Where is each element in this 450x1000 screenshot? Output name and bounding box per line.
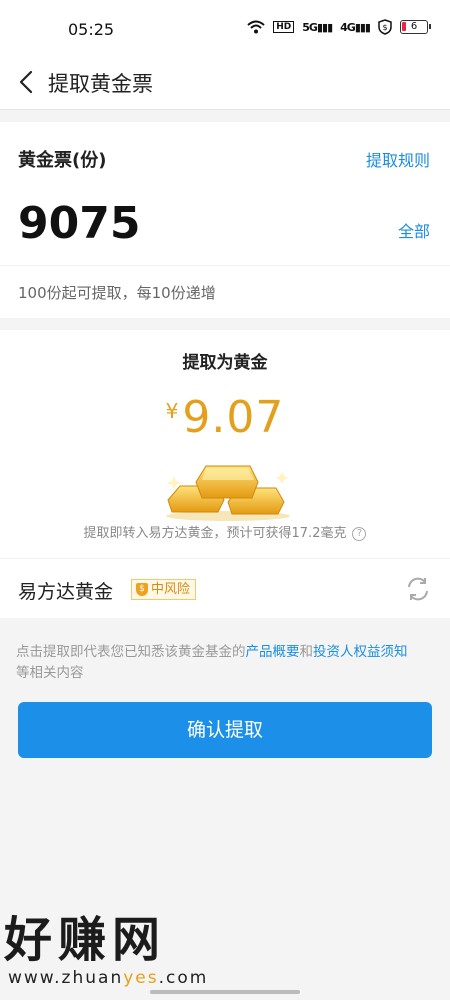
watermark: 好赚网 www.zhuanyes.com: [4, 912, 208, 988]
page-title: 提取黄金票: [48, 72, 153, 96]
status-bar: 05:25 HD 5G▮▮▮ 4G▮▮▮ $ 6: [0, 0, 450, 56]
watermark-title: 好赚网: [4, 912, 167, 968]
status-icons: HD 5G▮▮▮ 4G▮▮▮ $ 6: [247, 19, 431, 35]
risk-badge: $ 中风险: [131, 579, 197, 600]
withdraw-hint: 100份起可提取，每10份递增: [18, 284, 216, 302]
all-button[interactable]: 全部: [398, 218, 430, 242]
home-indicator[interactable]: [150, 990, 300, 994]
risk-shield-icon: $: [136, 583, 148, 596]
back-arrow-icon[interactable]: [14, 68, 42, 96]
rules-link[interactable]: 提取规则: [366, 147, 430, 171]
disclaimer: 点击提取即代表您已知悉该黄金基金的产品概要和投资人权益须知 等相关内容: [16, 644, 408, 681]
gold-value: ¥9.07: [0, 392, 450, 443]
gold-bars-icon: [166, 465, 290, 521]
confirm-withdraw-button[interactable]: 确认提取: [18, 702, 432, 758]
convert-card: 提取为黄金 ¥9.07 提取即转入易方达黄金，预计可获得17.2毫克?: [0, 330, 450, 558]
signal-5g-icon: 5G▮▮▮: [302, 20, 333, 34]
shield-icon: $: [378, 19, 392, 35]
info-icon[interactable]: ?: [352, 527, 367, 541]
fund-name: 易方达黄金: [18, 581, 114, 603]
balance-header-row: 黄金票(份) 提取规则: [0, 122, 450, 190]
balance-amount: 9075: [18, 198, 141, 249]
header: 提取黄金票: [0, 56, 450, 110]
balance-card: 黄金票(份) 提取规则 9075 全部 100份起可提取，每10份递增: [0, 122, 450, 318]
watermark-url: www.zhuanyes.com: [8, 968, 209, 988]
svg-text:$: $: [382, 23, 387, 32]
fund-row: 易方达黄金 $ 中风险: [0, 558, 450, 618]
product-summary-link[interactable]: 产品概要: [246, 644, 300, 660]
signal-4g-icon: 4G▮▮▮: [340, 20, 371, 34]
convert-title: 提取为黄金: [182, 353, 268, 373]
convert-note: 提取即转入易方达黄金，预计可获得17.2毫克?: [0, 522, 450, 541]
wifi-icon: [247, 20, 265, 34]
currency-symbol: ¥: [165, 399, 179, 423]
hd-icon: HD: [273, 21, 295, 33]
gold-amount: 9.07: [182, 392, 285, 443]
status-time: 05:25: [68, 20, 115, 39]
balance-label: 黄金票(份): [18, 150, 107, 171]
investor-rights-link[interactable]: 投资人权益须知: [313, 644, 408, 660]
balance-amount-row: 9075 全部: [0, 190, 450, 266]
refresh-switch-icon[interactable]: [404, 575, 432, 603]
battery-icon: 6: [400, 20, 431, 34]
